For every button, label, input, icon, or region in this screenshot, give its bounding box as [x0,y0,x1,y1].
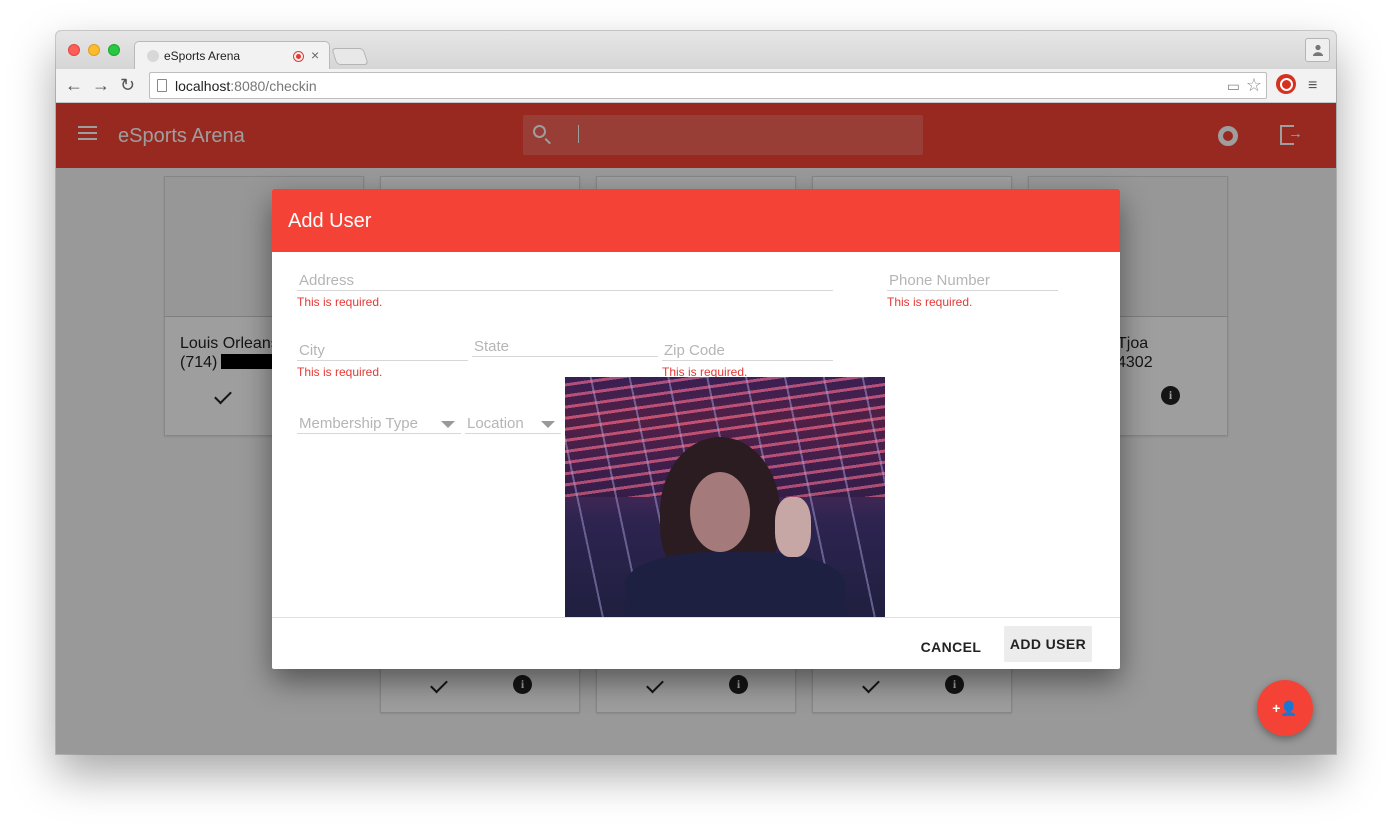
dropdown-arrow-icon [441,421,455,428]
browser-window: eSports Arena × ← → ↻ localhost:8080/che… [56,31,1336,754]
minimize-window-button[interactable] [88,44,100,56]
zip-code-field[interactable]: Zip Code [662,339,833,361]
cancel-button[interactable]: CANCEL [912,629,990,665]
tab-title: eSports Arena [164,49,241,63]
extension-icon[interactable] [1276,74,1296,94]
add-user-dialog: Add User Address This is required. Phone… [272,189,1120,669]
zip-code-label: Zip Code [664,342,725,359]
profile-button[interactable] [1305,38,1330,62]
chrome-menu-icon[interactable]: ≡ [1308,77,1317,95]
tab-close-icon[interactable]: × [311,47,319,63]
city-error: This is required. [297,365,383,379]
city-field[interactable]: City [297,339,468,361]
bookmark-star-icon[interactable]: ☆ [1246,75,1262,96]
dialog-actions-divider [272,617,1120,618]
address-bar[interactable]: localhost:8080/checkin ▭ ☆ [149,72,1267,99]
favicon-icon [147,50,159,62]
recording-icon [293,51,304,62]
webcam-photo [565,377,885,617]
url-text: localhost:8080/checkin [175,78,317,94]
page-icon [157,79,167,92]
camera-icon[interactable]: ▭ [1227,78,1240,95]
dialog-header: Add User [272,189,1120,252]
membership-type-label: Membership Type [299,415,418,432]
back-arrow-icon[interactable]: ← [65,76,83,94]
person-icon [1312,44,1323,56]
city-label: City [299,342,325,359]
phone-number-label: Phone Number [889,272,990,289]
phone-number-error: This is required. [887,295,973,309]
add-user-fab[interactable]: +👤 [1257,680,1313,736]
dropdown-arrow-icon [541,421,555,428]
dialog-title: Add User [288,210,372,232]
state-field[interactable]: State [472,335,658,357]
browser-tab[interactable]: eSports Arena × [134,41,330,69]
phone-number-field[interactable]: Phone Number [887,269,1058,291]
address-error: This is required. [297,295,383,309]
membership-type-select[interactable]: Membership Type [297,412,461,434]
close-window-button[interactable] [68,44,80,56]
app-viewport: eSports Arena Louis Orleans (714) i i i [56,103,1336,754]
location-select[interactable]: Location [465,412,561,434]
state-label: State [474,338,510,355]
browser-toolbar: ← → ↻ localhost:8080/checkin ▭ ☆ ≡ [56,69,1336,103]
tab-strip: eSports Arena × [56,31,1336,69]
maximize-window-button[interactable] [108,44,120,56]
location-label: Location [467,415,524,432]
address-field[interactable]: Address [297,269,833,291]
new-tab-button[interactable] [331,48,369,65]
add-person-icon: +👤 [1272,699,1298,716]
address-label: Address [299,272,355,289]
add-user-button[interactable]: ADD USER [1004,626,1092,662]
reload-icon[interactable]: ↻ [120,76,135,94]
forward-arrow-icon[interactable]: → [92,76,110,94]
